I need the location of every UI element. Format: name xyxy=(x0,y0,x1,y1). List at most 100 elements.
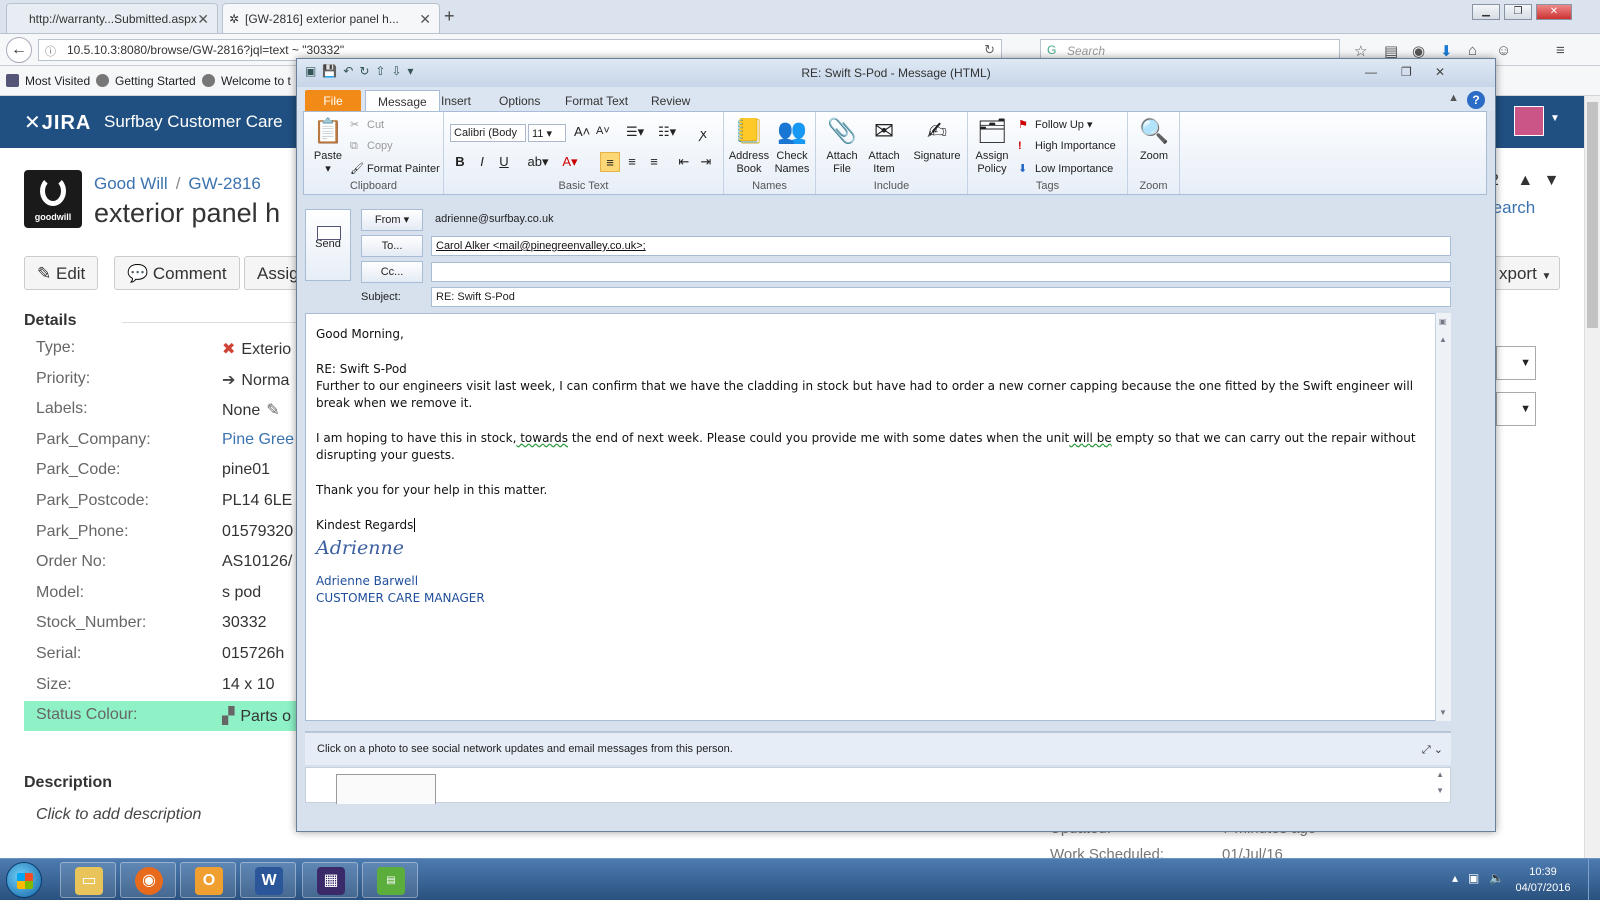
menu-icon[interactable]: ≡ xyxy=(1556,42,1565,59)
format-painter-button[interactable]: 🖌 Format Painter xyxy=(350,162,440,175)
increase-indent-icon[interactable]: ⇥ xyxy=(696,152,716,172)
scroll-up-icon[interactable]: ▲ xyxy=(1439,335,1447,344)
attach-file-button[interactable]: 📎 Attach File xyxy=(822,116,862,176)
taskbar-firefox[interactable]: ◉ xyxy=(120,862,176,898)
grow-font-icon[interactable]: A˄ xyxy=(574,124,590,139)
attach-item-button[interactable]: ✉ Attach Item xyxy=(864,116,904,176)
start-button[interactable] xyxy=(6,862,42,898)
scroll-down-icon[interactable]: ▼ xyxy=(1439,708,1447,717)
font-color-icon[interactable]: A▾ xyxy=(556,152,584,172)
breadcrumb-issue-link[interactable]: GW-2816 xyxy=(188,174,260,193)
bookmark-welcome[interactable]: Welcome to t xyxy=(202,74,291,88)
low-importance-button[interactable]: ⬇ Low Importance xyxy=(1018,162,1113,175)
close-tab-icon[interactable]: ✕ xyxy=(197,11,209,28)
taskbar-outlook[interactable]: O xyxy=(180,862,236,898)
people-select[interactable]: ▼ xyxy=(1496,346,1536,380)
cut-button[interactable]: ✂ Cut xyxy=(350,118,384,131)
arrow-down-icon[interactable]: ▼ xyxy=(1544,172,1560,189)
bold-icon[interactable]: B xyxy=(450,152,470,172)
bookmark-most-visited[interactable]: Most Visited xyxy=(6,74,90,88)
contact-photo[interactable] xyxy=(336,774,436,804)
copy-button[interactable]: ⧉ Copy xyxy=(350,140,393,153)
minimize-icon[interactable]: — xyxy=(1365,65,1377,79)
people-select-2[interactable]: ▼ xyxy=(1496,392,1536,426)
highlight-icon[interactable]: ab▾ xyxy=(524,152,552,172)
description-heading[interactable]: Description xyxy=(24,774,112,792)
grammar-flagged-text[interactable]: will be xyxy=(1069,431,1112,445)
font-name-select[interactable]: Calibri (Body xyxy=(450,124,526,142)
close-icon[interactable]: ✕ xyxy=(1435,65,1445,79)
subject-field[interactable]: RE: Swift S-Pod xyxy=(431,287,1451,307)
shrink-font-icon[interactable]: A˅ xyxy=(596,125,610,137)
detail-value[interactable]: Pine Gree xyxy=(222,431,294,449)
page-scrollbar[interactable] xyxy=(1584,96,1600,858)
show-desktop-button[interactable] xyxy=(1588,859,1600,900)
chevron-down-icon[interactable]: ▼ xyxy=(1550,113,1560,124)
grammar-flagged-text[interactable]: towards xyxy=(516,431,568,445)
to-button[interactable]: To... xyxy=(361,235,423,257)
expand-icon[interactable]: ⤢ xyxy=(1422,744,1431,756)
tab-review[interactable]: Review xyxy=(639,90,702,111)
chat-icon[interactable]: ☺ xyxy=(1496,42,1511,59)
arrow-up-icon[interactable]: ▲ xyxy=(1517,172,1533,189)
align-center-icon[interactable]: ≡ xyxy=(622,152,642,172)
jira-project-name[interactable]: Surfbay Customer Care xyxy=(104,112,283,132)
scroll-up-icon[interactable]: ▲ xyxy=(1436,770,1444,779)
signature-button[interactable]: ✍ Signature xyxy=(910,116,964,163)
description-field[interactable]: Click to add description xyxy=(36,806,201,824)
assign-policy-button[interactable]: 🗂 Assign Policy xyxy=(972,116,1012,176)
tab-insert[interactable]: Insert xyxy=(429,90,483,111)
body-scrollbar[interactable]: ▣ ▲ ▼ xyxy=(1435,313,1451,721)
address-book-button[interactable]: 📒 Address Book xyxy=(728,116,770,176)
show-hidden-icons-icon[interactable]: ▴ xyxy=(1452,871,1468,885)
close-tab-icon[interactable]: ✕ xyxy=(419,11,431,28)
tab-file[interactable]: File xyxy=(305,90,361,111)
high-importance-button[interactable]: ! High Importance xyxy=(1018,140,1116,152)
jira-logo[interactable]: ✕JIRA xyxy=(24,110,91,135)
help-icon[interactable]: ? xyxy=(1467,91,1485,109)
taskbar-explorer[interactable]: ▭ xyxy=(60,862,116,898)
font-size-select[interactable]: 11 ▾ xyxy=(528,124,566,142)
scrollbar-thumb[interactable] xyxy=(1587,102,1598,328)
home-icon[interactable]: ⌂ xyxy=(1468,42,1477,59)
cc-field[interactable] xyxy=(431,262,1451,282)
decrease-indent-icon[interactable]: ⇤ xyxy=(674,152,694,172)
tab-options[interactable]: Options xyxy=(487,90,552,111)
browser-tab-jira[interactable]: ✲ [GW-2816] exterior panel h... ✕ xyxy=(222,3,440,33)
restore-icon[interactable]: ❐ xyxy=(1401,65,1412,79)
avatar[interactable] xyxy=(1514,106,1544,136)
tab-format-text[interactable]: Format Text xyxy=(553,90,640,111)
message-body-editor[interactable]: Good Morning, RE: Swift S-Pod Further to… xyxy=(305,313,1451,721)
minimize-icon[interactable]: ▁ xyxy=(1472,4,1500,20)
assign-button[interactable]: Assig xyxy=(244,256,300,290)
pencil-icon[interactable]: ✎ xyxy=(266,402,279,419)
to-field[interactable]: Carol Alker <mail@pinegreenvalley.co.uk>… xyxy=(431,236,1451,256)
export-button[interactable]: xport ▼ xyxy=(1486,256,1560,290)
paste-button[interactable]: 📋 Paste ▾ xyxy=(308,116,348,176)
new-tab-icon[interactable]: + xyxy=(444,6,455,27)
to-recipient[interactable]: Carol Alker <mail@pinegreenvalley.co.uk>… xyxy=(436,240,646,252)
clear-formatting-icon[interactable]: ꭗ xyxy=(700,124,707,142)
numbering-icon[interactable]: ☷▾ xyxy=(658,124,676,140)
taskbar-sage[interactable]: ▤ xyxy=(362,862,418,898)
bullets-icon[interactable]: ☰▾ xyxy=(626,124,644,140)
italic-icon[interactable]: I xyxy=(472,152,492,172)
taskbar-word[interactable]: W xyxy=(240,862,296,898)
close-window-icon[interactable]: ✕ xyxy=(1536,4,1572,20)
zoom-button[interactable]: 🔍 Zoom xyxy=(1134,116,1174,163)
reload-icon[interactable]: ↻ xyxy=(984,42,995,58)
follow-up-button[interactable]: ⚑ Follow Up ▾ xyxy=(1018,118,1092,131)
back-icon[interactable]: ← xyxy=(6,37,32,63)
bookmark-getting-started[interactable]: Getting Started xyxy=(96,74,196,88)
page-title[interactable]: exterior panel h xyxy=(94,198,280,229)
edit-button[interactable]: ✎ Edit xyxy=(24,256,99,290)
network-icon[interactable]: ▣ xyxy=(1468,871,1489,885)
underline-icon[interactable]: U xyxy=(494,152,514,172)
from-button[interactable]: From ▾ xyxy=(361,209,423,231)
comment-button[interactable]: 💬 Comment xyxy=(114,256,240,290)
check-names-button[interactable]: 👥 Check Names xyxy=(772,116,812,176)
ruler-toggle-icon[interactable]: ▣ xyxy=(1439,317,1447,326)
collapse-ribbon-icon[interactable]: ▲ xyxy=(1448,92,1459,104)
send-button[interactable]: Send xyxy=(305,209,351,281)
clock[interactable]: 10:39 04/07/2016 xyxy=(1508,864,1578,896)
